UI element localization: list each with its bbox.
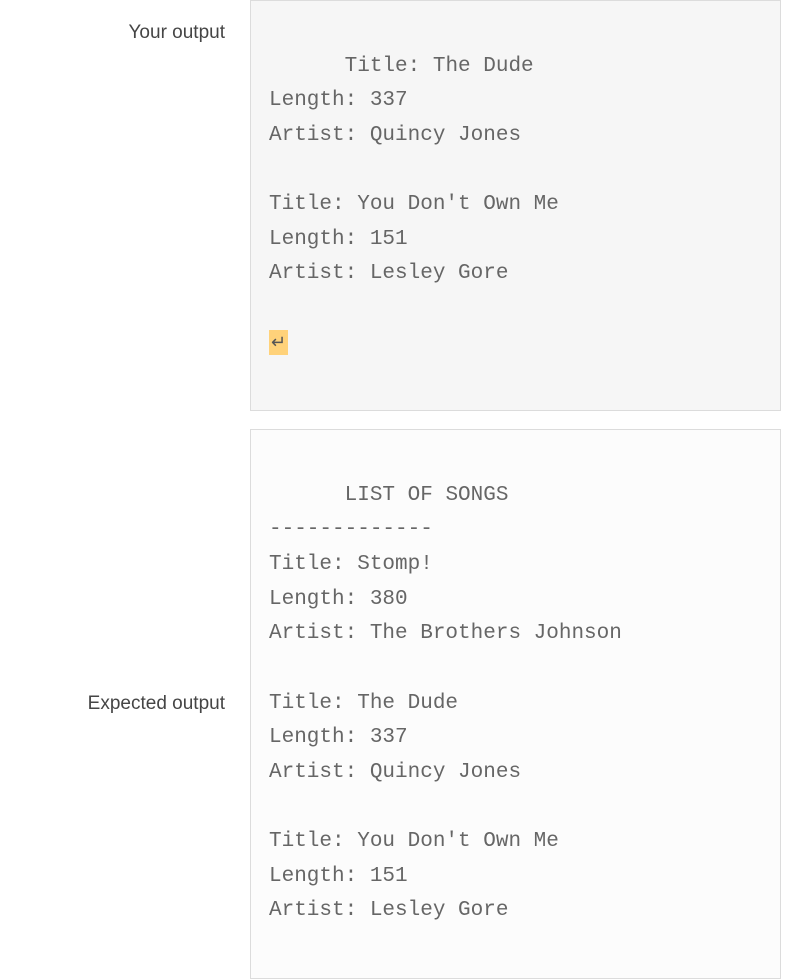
expected-output-label: Expected output (0, 429, 250, 979)
your-output-row: Your output Title: The Dude Length: 337 … (0, 0, 789, 411)
label-text: Expected output (88, 693, 225, 715)
expected-output-text: LIST OF SONGS ------------- Title: Stomp… (269, 484, 622, 923)
your-output-text: Title: The Dude Length: 337 Artist: Quin… (269, 55, 559, 286)
label-text: Your output (129, 22, 226, 44)
newline-marker-icon: ↵ (269, 330, 288, 356)
expected-output-box: LIST OF SONGS ------------- Title: Stomp… (250, 429, 781, 979)
output-comparison: Your output Title: The Dude Length: 337 … (0, 0, 789, 979)
your-output-box: Title: The Dude Length: 337 Artist: Quin… (250, 0, 781, 411)
expected-output-row: Expected output LIST OF SONGS ----------… (0, 429, 789, 979)
row-gap (0, 411, 789, 429)
your-output-label: Your output (0, 0, 250, 411)
